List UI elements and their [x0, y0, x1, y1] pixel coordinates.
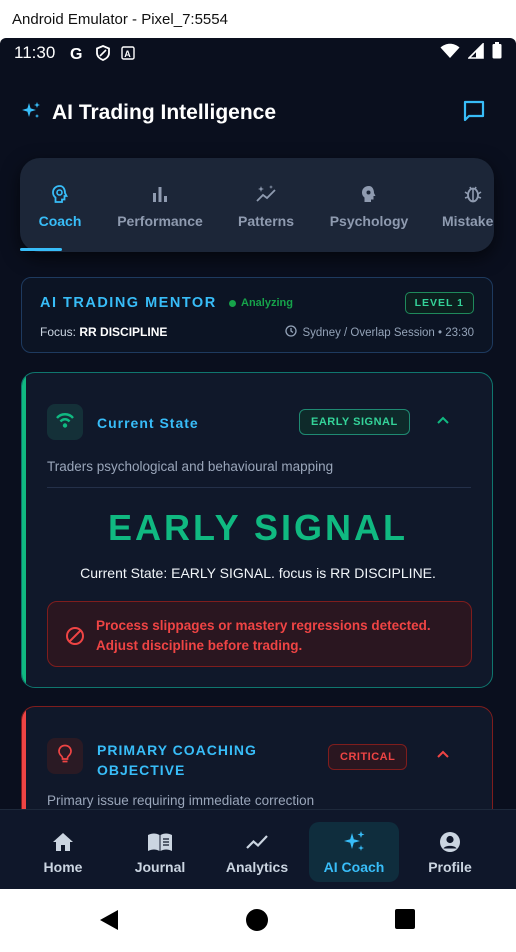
device-screen: 11:30 G A AI Trading Intelligence Coach … [0, 38, 516, 952]
home-circle-icon[interactable] [246, 909, 268, 936]
signal-icon-box [47, 404, 83, 440]
tab-mistakes[interactable]: Mistakes [440, 158, 494, 252]
svg-text:G: G [70, 46, 82, 61]
level-badge: LEVEL 1 [404, 292, 474, 314]
nav-analytics[interactable]: Analytics [212, 822, 302, 882]
nav-ai-coach[interactable]: AI Coach [309, 822, 399, 882]
recents-icon[interactable] [395, 909, 415, 934]
chevron-up-icon[interactable] [435, 413, 451, 432]
sparkle-trend-icon [255, 181, 277, 207]
sparkle-icon [20, 100, 42, 127]
chevron-up-icon[interactable] [435, 747, 451, 766]
trend-line-icon [245, 829, 269, 855]
signal-icon [467, 41, 484, 64]
status-bar: 11:30 G A [0, 38, 516, 68]
tab-coach[interactable]: Coach [24, 158, 96, 252]
status-dot [229, 300, 236, 307]
active-tab-indicator [20, 248, 62, 251]
mentor-focus: Focus: RR DISCIPLINE [40, 325, 167, 339]
system-nav-bar [0, 889, 516, 952]
app-header: AI Trading Intelligence [20, 96, 496, 130]
current-state-card: Current State EARLY SIGNAL Traders psych… [21, 372, 493, 688]
coach-tabs: Coach Performance Patterns Psychology Mi… [20, 158, 494, 252]
focus-value: RR DISCIPLINE [79, 325, 168, 339]
focus-label: Focus: [40, 325, 77, 339]
nav-home[interactable]: Home [18, 822, 108, 882]
bottom-nav: Home Journal Analytics AI Coach Profile [0, 809, 516, 889]
state-badge: EARLY SIGNAL [299, 409, 410, 435]
broadcast-icon [55, 411, 75, 434]
divider [47, 487, 471, 488]
nav-label: Analytics [225, 859, 289, 875]
keyboard-a-icon: A [121, 46, 135, 60]
tab-label: Performance [117, 213, 203, 229]
clock-icon [285, 325, 298, 340]
svg-text:A: A [124, 49, 131, 59]
brain-icon [50, 181, 70, 207]
back-icon[interactable] [99, 909, 119, 936]
tab-label: Patterns [237, 213, 295, 229]
tab-label: Mistakes [442, 213, 494, 229]
google-icon: G [69, 45, 85, 61]
session-text: Sydney / Overlap Session • 23:30 [302, 326, 474, 339]
page-title: AI Trading Intelligence [52, 101, 277, 124]
nav-label: Journal [134, 859, 186, 875]
chat-bubble-icon[interactable] [462, 99, 486, 128]
state-headline: EARLY SIGNAL [107, 507, 409, 548]
tab-performance[interactable]: Performance [110, 158, 210, 252]
nav-label: AI Coach [323, 859, 385, 875]
nav-label: Profile [428, 859, 472, 875]
lightbulb-icon [57, 744, 73, 769]
tab-psychology[interactable]: Psychology [324, 158, 414, 252]
emulator-title-bar: Android Emulator - Pixel_7:5554 [0, 0, 516, 38]
state-description: Current State: EARLY SIGNAL. focus is RR… [80, 565, 436, 581]
shield-icon [95, 45, 111, 61]
mentor-session: Sydney / Overlap Session • 23:30 [285, 325, 474, 340]
current-state-title: Current State [97, 415, 199, 431]
bar-chart-icon [151, 181, 169, 207]
critical-badge: CRITICAL [328, 744, 408, 770]
warning-box: Process slippages or mastery regressions… [47, 601, 472, 667]
mentor-title: AI TRADING MENTOR [40, 295, 217, 311]
bulb-icon-box [47, 738, 83, 774]
warning-text: Process slippages or mastery regressions… [96, 618, 431, 653]
nav-label: Home [43, 859, 83, 875]
objective-subtitle: Primary issue requiring immediate correc… [47, 793, 315, 808]
wifi-icon [440, 43, 460, 64]
objective-title: PRIMARY COACHING OBJECTIVE [97, 742, 257, 778]
bug-icon [464, 181, 482, 207]
profile-icon [439, 829, 461, 855]
book-icon [147, 829, 173, 855]
head-gear-icon [359, 181, 379, 207]
mentor-status: Analyzing [241, 297, 293, 309]
tab-label: Psychology [329, 213, 409, 229]
block-icon [65, 626, 85, 651]
mentor-card: AI TRADING MENTOR Analyzing LEVEL 1 Focu… [21, 277, 493, 353]
home-icon [52, 829, 74, 855]
nav-journal[interactable]: Journal [115, 822, 205, 882]
current-state-subtitle: Traders psychological and behavioural ma… [47, 459, 334, 474]
sparkles-icon [342, 829, 366, 855]
tab-patterns[interactable]: Patterns [226, 158, 306, 252]
nav-profile[interactable]: Profile [405, 822, 495, 882]
status-time: 11:30 [14, 43, 56, 62]
emulator-title: Android Emulator - Pixel_7:5554 [12, 10, 228, 28]
battery-icon [492, 42, 502, 64]
tab-label: Coach [38, 213, 82, 229]
